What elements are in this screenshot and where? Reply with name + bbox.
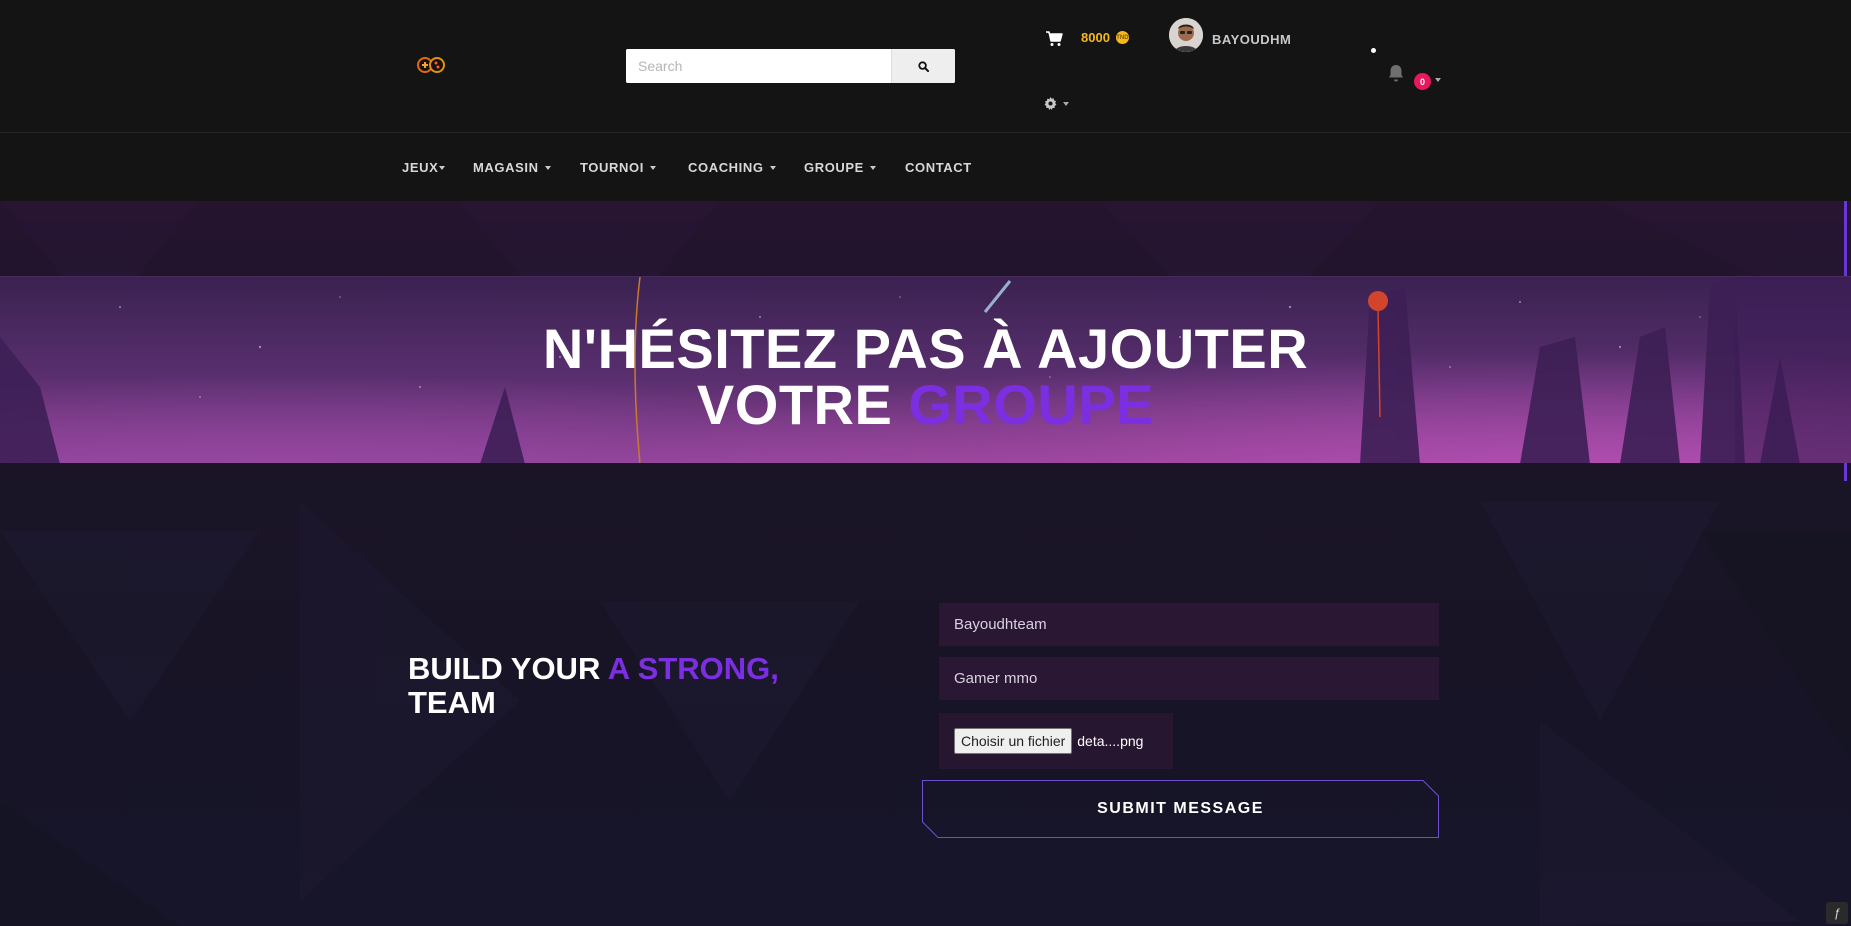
form-heading-part1: BUILD YOUR	[408, 651, 608, 686]
banner-title-line1: N'HÉSITEZ PAS À AJOUTER	[542, 317, 1309, 380]
form-heading-accent: A STRONG,	[607, 651, 779, 686]
gear-icon	[1044, 97, 1057, 110]
coin-icon: TND	[1115, 31, 1129, 44]
hero-banner: N'HÉSITEZ PAS À AJOUTER VOTRE GROUPE	[0, 276, 1851, 463]
chevron-down-icon	[544, 165, 551, 170]
symfony-icon[interactable]: ƒ	[1826, 902, 1848, 924]
nav-item-tournoi[interactable]: TOURNOI	[580, 160, 656, 175]
nav-item-magasin[interactable]: MAGASIN	[473, 160, 551, 175]
logo-icon[interactable]	[417, 55, 445, 75]
top-header: 8000 TND BAYOUDHM 0	[0, 0, 1851, 133]
chevron-down-icon	[1063, 101, 1069, 106]
chevron-down-icon	[769, 165, 776, 170]
submit-label: SUBMIT MESSAGE	[1097, 800, 1264, 817]
avatar[interactable]	[1169, 18, 1203, 52]
username[interactable]: BAYOUDHM	[1212, 32, 1291, 47]
search-bar	[626, 49, 955, 83]
search-button[interactable]	[891, 49, 955, 83]
group-type-field[interactable]	[939, 657, 1439, 700]
search-input[interactable]	[626, 49, 891, 83]
chevron-down-icon[interactable]	[1435, 78, 1441, 82]
chevron-down-icon	[649, 165, 656, 170]
nav-item-coaching[interactable]: COACHING	[688, 160, 776, 175]
banner-title-line2: VOTRE	[696, 373, 909, 436]
status-dot	[1371, 48, 1376, 53]
coin-amount: 8000	[1081, 30, 1110, 45]
nav-label: TOURNOI	[580, 160, 644, 175]
notification-count-badge: 0	[1414, 73, 1431, 90]
main-nav: JEUX MAGASIN TOURNOI COACHING GROUPE CON…	[0, 133, 1851, 201]
chevron-down-icon	[869, 165, 876, 170]
choose-file-button[interactable]: Choisir un fichier	[954, 728, 1073, 754]
nav-label: CONTACT	[905, 160, 972, 175]
settings-dropdown[interactable]	[1044, 97, 1069, 110]
banner-title: N'HÉSITEZ PAS À AJOUTER VOTRE GROUPE	[0, 321, 1851, 433]
chevron-down-icon	[439, 165, 446, 170]
cart-icon[interactable]	[1045, 30, 1063, 47]
form-heading-part2: TEAM	[408, 685, 496, 720]
submit-button[interactable]: SUBMIT MESSAGE	[922, 780, 1439, 838]
form-heading: BUILD YOUR A STRONG, TEAM	[408, 652, 828, 720]
nav-label: GROUPE	[804, 160, 864, 175]
file-input: Choisir un fichier deta....png	[939, 713, 1173, 769]
banner-title-accent: GROUPE	[908, 373, 1155, 436]
nav-item-jeux[interactable]: JEUX	[402, 160, 446, 175]
nav-label: COACHING	[688, 160, 764, 175]
coin-balance: 8000 TND	[1081, 30, 1129, 45]
nav-item-groupe[interactable]: GROUPE	[804, 160, 876, 175]
nav-label: MAGASIN	[473, 160, 539, 175]
nav-item-contact[interactable]: CONTACT	[905, 160, 972, 175]
search-icon	[918, 60, 929, 72]
selected-file-name: deta....png	[1077, 733, 1144, 749]
bell-icon[interactable]	[1387, 63, 1405, 83]
group-name-field[interactable]	[939, 603, 1439, 646]
nav-label: JEUX	[402, 160, 439, 175]
